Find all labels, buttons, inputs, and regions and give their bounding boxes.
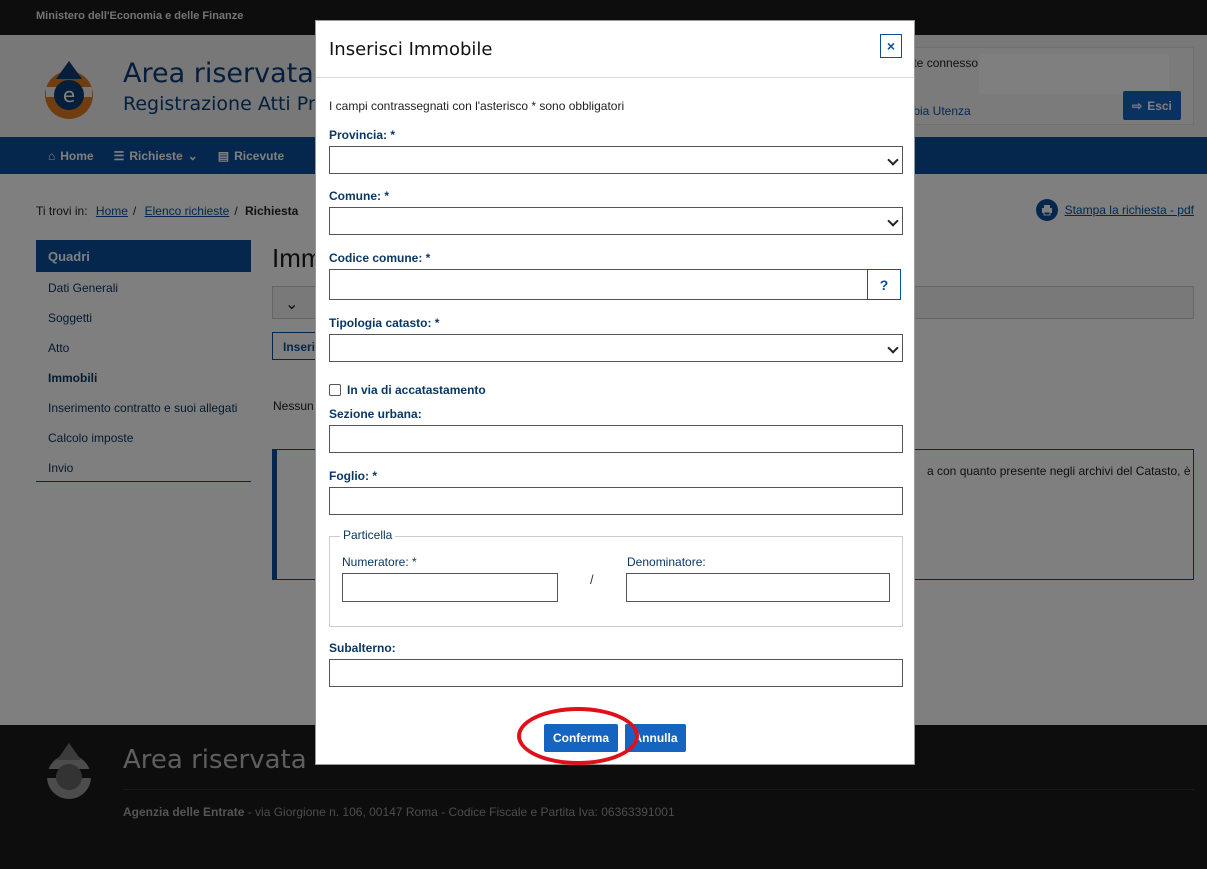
numeratore-label: Numeratore: * bbox=[342, 555, 417, 569]
dialog-title: Inserisci Immobile bbox=[329, 39, 493, 60]
highlight-annotation bbox=[517, 707, 639, 765]
close-icon[interactable]: × bbox=[880, 34, 902, 58]
accatastamento-checkbox[interactable] bbox=[329, 384, 341, 396]
tipologia-select[interactable] bbox=[329, 334, 903, 362]
denominatore-input[interactable] bbox=[626, 573, 890, 602]
comune-label: Comune: * bbox=[329, 189, 389, 203]
provincia-select[interactable] bbox=[329, 146, 903, 174]
subalterno-label: Subalterno: bbox=[329, 641, 396, 655]
particella-legend: Particella bbox=[340, 528, 396, 542]
codice-comune-input[interactable] bbox=[329, 269, 870, 300]
foglio-input[interactable] bbox=[329, 487, 903, 515]
numeratore-input[interactable] bbox=[342, 573, 558, 602]
tipologia-label: Tipologia catasto: * bbox=[329, 316, 440, 330]
codice-comune-label: Codice comune: * bbox=[329, 251, 431, 265]
provincia-label: Provincia: * bbox=[329, 128, 396, 142]
sezione-input[interactable] bbox=[329, 425, 903, 453]
help-button[interactable]: ? bbox=[867, 269, 901, 300]
denominatore-label: Denominatore: bbox=[627, 555, 706, 569]
foglio-label: Foglio: * bbox=[329, 469, 377, 483]
accatastamento-label: In via di accatastamento bbox=[347, 383, 486, 397]
required-note: I campi contrassegnati con l'asterisco *… bbox=[329, 99, 625, 113]
particella-separator: / bbox=[590, 572, 594, 587]
sezione-label: Sezione urbana: bbox=[329, 407, 422, 421]
subalterno-input[interactable] bbox=[329, 659, 903, 687]
dialog-header: Inserisci Immobile × bbox=[316, 21, 914, 78]
particella-group: Particella Numeratore: * / Denominatore: bbox=[329, 528, 903, 627]
insert-property-dialog: Inserisci Immobile × I campi contrassegn… bbox=[315, 20, 915, 765]
comune-select[interactable] bbox=[329, 207, 903, 235]
accatastamento-checkbox-row[interactable]: In via di accatastamento bbox=[329, 383, 486, 397]
